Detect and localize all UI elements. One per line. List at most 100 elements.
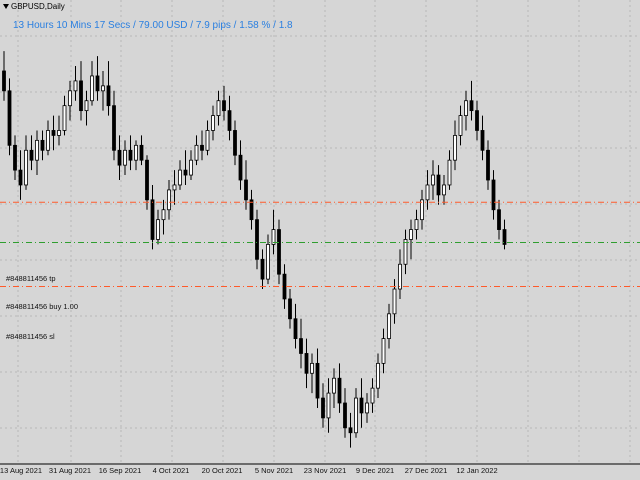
candle	[24, 135, 28, 190]
candle	[51, 115, 56, 151]
candle	[480, 115, 485, 161]
candle	[370, 378, 375, 413]
candle-body	[453, 135, 457, 161]
tp-line-label: #848811456 tp	[6, 274, 56, 283]
x-tick-label: 13 Aug 2021	[0, 466, 43, 475]
x-tick-label: 16 Sep 2021	[98, 466, 142, 475]
candle-body	[161, 209, 166, 221]
candle-body	[277, 229, 281, 275]
candle	[299, 318, 303, 369]
candle-body	[112, 105, 116, 151]
candle	[491, 170, 496, 220]
candle	[475, 100, 479, 141]
candle	[211, 105, 215, 141]
chart-menu-icon	[3, 4, 9, 10]
candle-body	[491, 179, 496, 211]
candle-body	[62, 105, 67, 131]
candle	[200, 130, 204, 161]
candle-body	[354, 397, 358, 434]
candle	[469, 80, 474, 121]
candle	[288, 289, 292, 329]
candle-body	[57, 130, 61, 136]
candle-body	[475, 110, 479, 131]
candle-body	[95, 75, 100, 92]
candle	[79, 61, 83, 121]
candle	[293, 303, 298, 349]
candle	[95, 56, 100, 101]
candle	[123, 140, 127, 176]
trade-levels	[0, 201, 640, 288]
candle-body	[337, 377, 342, 404]
chart-grid	[0, 0, 640, 464]
candle-body	[332, 377, 336, 394]
candle-body	[40, 139, 45, 151]
candle-body	[216, 100, 221, 116]
candle-body	[183, 169, 188, 176]
candle	[172, 170, 177, 205]
candle	[343, 388, 347, 438]
candle-body	[68, 90, 72, 107]
candle	[40, 130, 45, 161]
chart-window[interactable]: GBPUSD,Daily 13 Hours 10 Mins 17 Secs / …	[0, 0, 640, 480]
candle-body	[29, 149, 34, 161]
candle	[2, 51, 6, 101]
candle	[420, 189, 424, 230]
candle	[431, 160, 435, 200]
candle	[216, 90, 221, 126]
candle-body	[260, 258, 265, 280]
candle-body	[205, 130, 210, 151]
candle-body	[414, 219, 419, 230]
candle-body	[464, 100, 468, 116]
candle	[458, 105, 463, 146]
candle	[139, 135, 144, 166]
x-tick-label: 27 Dec 2021	[404, 466, 448, 475]
candle-body	[321, 397, 325, 419]
candle-body	[233, 130, 237, 156]
candle-body	[370, 387, 375, 404]
candle-body	[299, 338, 303, 354]
candle	[497, 199, 501, 240]
candle	[310, 353, 314, 394]
candle-body	[150, 199, 155, 240]
candle-body	[51, 130, 56, 136]
candle-body	[145, 159, 149, 201]
candle	[337, 363, 342, 413]
candle-body	[18, 169, 23, 186]
candle	[304, 338, 309, 389]
candle-body	[238, 154, 243, 181]
candle	[403, 229, 408, 275]
candle-body	[227, 110, 232, 131]
candle-body	[497, 209, 501, 230]
candle-body	[211, 115, 215, 131]
candle	[447, 150, 452, 190]
candle	[145, 155, 149, 210]
candle-body	[288, 298, 292, 320]
candle-body	[304, 353, 309, 374]
candle	[326, 378, 331, 433]
candle-body	[381, 338, 386, 364]
candle	[73, 66, 78, 101]
candle	[348, 412, 353, 448]
candle-body	[343, 402, 347, 429]
candle	[205, 120, 210, 156]
candle-body	[359, 397, 364, 414]
candle-body	[447, 159, 452, 186]
candle-body	[310, 362, 314, 374]
candle-body	[73, 80, 78, 92]
candle	[464, 90, 468, 131]
price-chart[interactable]	[0, 0, 640, 480]
candle-body	[222, 100, 226, 112]
candle-body	[156, 219, 160, 240]
candle	[398, 249, 402, 299]
candle-body	[79, 80, 83, 112]
candle-body	[106, 85, 111, 107]
candle	[7, 78, 12, 156]
candle-body	[139, 144, 144, 161]
candle	[453, 120, 457, 171]
candle	[178, 160, 182, 190]
candle-body	[442, 184, 446, 196]
candle	[112, 90, 116, 161]
candle	[183, 150, 188, 185]
x-tick-label: 20 Oct 2021	[201, 466, 243, 475]
candle	[354, 388, 358, 438]
